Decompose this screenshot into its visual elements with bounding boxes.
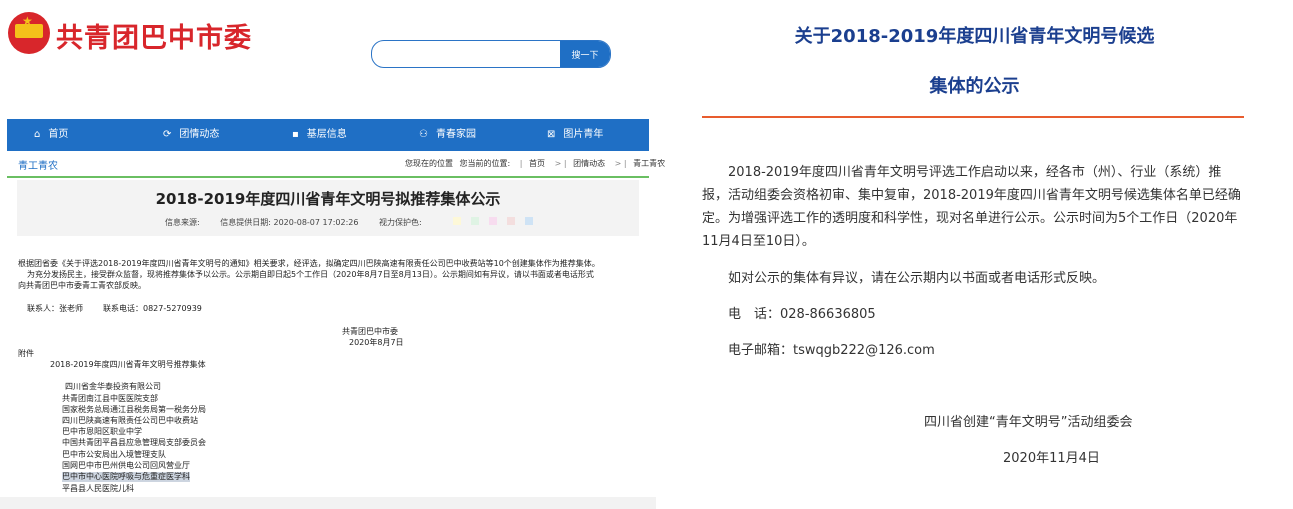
- list-item: 巴中市恩阳区职业中学: [62, 427, 142, 436]
- nav-item-label: 图片青年: [563, 129, 604, 140]
- section-title[interactable]: 青工青农: [18, 157, 58, 172]
- notice-date: 2020年11月4日: [1003, 451, 1100, 466]
- publish-time: 信息提供日期: 2020-08-07 17:02:26: [220, 218, 359, 227]
- eye-color-swatch-3[interactable]: [489, 217, 497, 225]
- article-paragraph-3: 向共青团巴中市委青工青农部反映。: [18, 281, 146, 290]
- article-header: 2018-2019年度四川省青年文明号拟推荐集体公示 信息来源: 信息提供日期:…: [17, 180, 639, 236]
- breadcrumb-section[interactable]: 青工青农: [633, 159, 665, 168]
- list-item: 四川巴陕高速有限责任公司巴中收费站: [62, 416, 198, 425]
- list-item: 巴中市公安局出入境管理支队: [62, 450, 166, 459]
- breadcrumb-current-label: 您当前的位置:: [459, 159, 511, 168]
- notice-paragraph-1: 2018-2019年度四川省青年文明号评选工作启动以来，经各市（州）、行业（系统…: [702, 165, 1241, 249]
- youth-league-logo-icon[interactable]: ★: [8, 12, 50, 54]
- notice-paragraph-2: 如对公示的集体有异议，请在公示期内以书面或者电话形式反映。: [728, 271, 1106, 286]
- attachment-title: 2018-2019年度四川省青年文明号推荐集体: [50, 360, 206, 369]
- eye-color-swatch-4[interactable]: [507, 217, 515, 225]
- search-button[interactable]: 搜一下: [560, 41, 610, 67]
- nav-item-news[interactable]: ⟳ 团情动态: [163, 119, 219, 151]
- list-item: 平昌县人民医院儿科: [62, 484, 134, 493]
- article-paragraph-2: 为充分发扬民主，接受群众监督，现将推荐集体予以公示。公示期自即日起5个工作日（2…: [27, 270, 594, 279]
- people-icon: ⚇: [419, 129, 428, 140]
- eye-color-swatch-5[interactable]: [525, 217, 533, 225]
- image-icon: ⊠: [547, 129, 556, 140]
- list-item: 中国共青团平昌县应急管理局支部委员会: [62, 438, 206, 447]
- breadcrumb-home[interactable]: 首页: [529, 159, 545, 168]
- nav-item-label: 基层信息: [306, 129, 347, 140]
- contact-phone: 联系电话：0827-5270939: [103, 304, 202, 313]
- notice-title-line-1: 关于2018-2019年度四川省青年文明号候选: [794, 26, 1155, 47]
- main-nav: ⌂ 首页 ⟳ 团情动态 ▪ 基层信息 ⚇ 青春家园 ⊠ 图片青年: [7, 119, 649, 151]
- list-item-highlighted: 巴中市中心医院呼吸与危重症医学科: [62, 472, 190, 482]
- nav-item-grassroots[interactable]: ▪ 基层信息: [292, 119, 347, 151]
- nav-item-youth-home[interactable]: ⚇ 青春家园: [419, 119, 476, 151]
- source-label: 信息来源:: [165, 218, 200, 227]
- nav-item-label: 团情动态: [179, 129, 220, 140]
- breadcrumb-news[interactable]: 团情动态: [573, 159, 605, 168]
- site-title[interactable]: 共青团巴中市委: [56, 16, 252, 55]
- list-item: 国家税务总局通江县税务局第一税务分局: [62, 405, 206, 414]
- nav-item-label: 首页: [48, 129, 69, 140]
- notice-phone: 电 话：028-86636805: [728, 307, 876, 322]
- home-icon: ⌂: [34, 129, 41, 140]
- notice-email: 电子邮箱：tswqgb222@126.com: [728, 343, 935, 358]
- attachment-label: 附件: [18, 349, 34, 358]
- eye-protection-label: 视力保护色:: [379, 218, 422, 227]
- left-panel-footer-strip: [0, 497, 656, 509]
- eye-color-swatch-2[interactable]: [471, 217, 479, 225]
- notice-org: 四川省创建“青年文明号”活动组委会: [924, 415, 1133, 430]
- nav-item-pictures[interactable]: ⊠ 图片青年: [547, 119, 603, 151]
- list-item: 共青团南江县中医医院支部: [62, 394, 158, 403]
- search-input[interactable]: [372, 41, 558, 67]
- nav-item-home[interactable]: ⌂ 首页: [34, 119, 68, 151]
- refresh-icon: ⟳: [163, 129, 172, 140]
- breadcrumb: 青工青农 您现在的位置 您当前的位置: | 首页 > | 团情动态 > | 青工…: [7, 152, 665, 178]
- nav-item-label: 青春家园: [435, 129, 476, 140]
- notice-title-line-2: 集体的公示: [929, 76, 1020, 97]
- search-box: 搜一下: [371, 40, 611, 68]
- list-icon: ▪: [292, 129, 299, 140]
- contact-person: 联系人：张老师: [27, 304, 83, 313]
- eye-color-swatch-1[interactable]: [453, 217, 461, 225]
- signature-org: 共青团巴中市委: [342, 327, 398, 336]
- signature-date: 2020年8月7日: [349, 338, 404, 347]
- article-title: 2018-2019年度四川省青年文明号拟推荐集体公示: [155, 190, 501, 208]
- article-meta: 信息来源: 信息提供日期: 2020-08-07 17:02:26 视力保护色:: [165, 217, 440, 228]
- title-divider: [702, 116, 1244, 118]
- breadcrumb-trail: 您现在的位置 您当前的位置: | 首页 > | 团情动态 > | 青工青农: [405, 159, 666, 168]
- list-item: 四川省金华泰投资有限公司: [65, 382, 161, 391]
- article-paragraph-1: 根据团省委《关于评选2018-2019年度四川省青年文明号的通知》相关要求，经评…: [18, 259, 600, 268]
- breadcrumb-location-label: 您现在的位置: [405, 159, 453, 168]
- list-item: 国网巴中市巴州供电公司回风营业厅: [62, 461, 190, 470]
